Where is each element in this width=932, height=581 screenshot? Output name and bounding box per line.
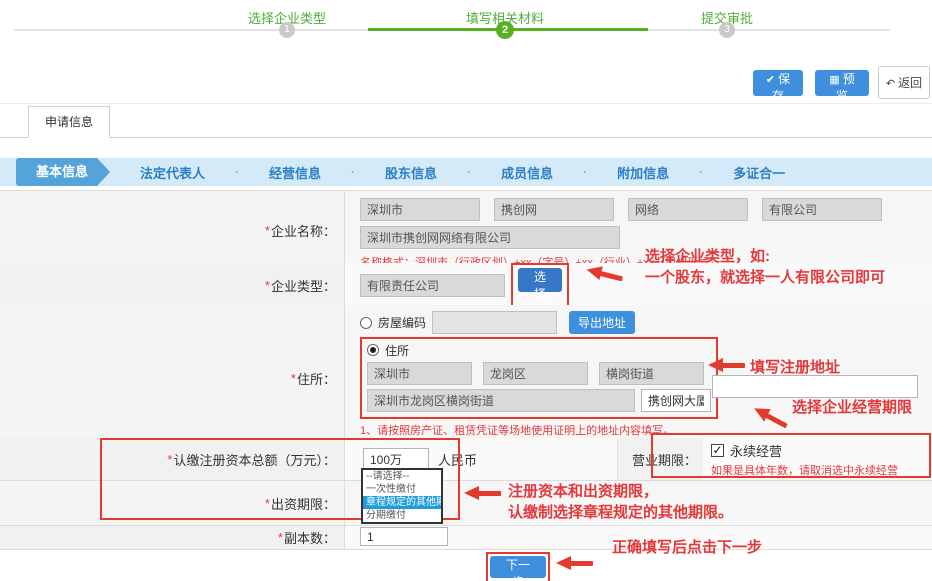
- dropdown-option-installments[interactable]: 分期缴付: [363, 509, 441, 522]
- step-circle-2-active: 2: [496, 21, 514, 39]
- nav-separator: ·: [583, 165, 587, 179]
- dropdown-option-placeholder[interactable]: --请选择--: [363, 470, 441, 483]
- annotation-company-type-2: 一个股东，就选择一人有限公司即可: [645, 266, 885, 287]
- registered-capital-label: * 认缴注册资本总额（万元）：: [0, 438, 345, 480]
- next-step-button[interactable]: 下一步: [490, 556, 546, 578]
- tab-application-info[interactable]: 申请信息: [28, 106, 110, 138]
- nav-separator: ·: [467, 165, 471, 179]
- nav-item-additional-info[interactable]: 附加信息: [617, 163, 669, 182]
- address-city-input[interactable]: [367, 362, 472, 385]
- house-code-input[interactable]: [432, 311, 557, 334]
- annotation-company-type-1: 选择企业类型，如:: [645, 245, 770, 266]
- business-term-label: 营业期限：: [618, 438, 703, 480]
- row-company-name: * 企业名称： 名称格式：深圳市（行政区划）+xx（字号）+xx（行业）+xx（…: [0, 191, 932, 263]
- address-district-input[interactable]: [483, 362, 588, 385]
- red-arrow-address: [708, 358, 745, 372]
- business-term-note: 如果是具体年数，请取消选中永续经营: [711, 462, 932, 478]
- highlight-box-next-button: 下一步: [486, 552, 550, 581]
- address-extra-input[interactable]: [712, 375, 918, 398]
- highlight-box-address: 住所: [360, 337, 718, 419]
- return-arrow-icon: ↶: [886, 78, 895, 90]
- annotation-capital-1: 注册资本和出资期限，: [508, 480, 658, 501]
- nav-item-shareholder-info[interactable]: 股东信息: [385, 163, 437, 182]
- annotation-business-term: 选择企业经营期限: [792, 396, 912, 417]
- check-icon: ✔: [766, 74, 775, 86]
- nav-item-business-info[interactable]: 经营信息: [269, 163, 321, 182]
- nav-item-basic-info[interactable]: 基本信息: [16, 158, 110, 186]
- annotation-capital-2: 认缴制选择章程规定的其他期限。: [508, 501, 733, 522]
- nav-item-member-info[interactable]: 成员信息: [501, 163, 553, 182]
- contribution-deadline-label: * 出资期限：: [0, 481, 345, 525]
- name-part-brand-input[interactable]: [494, 198, 614, 221]
- copies-label: * 副本数：: [0, 526, 345, 549]
- address-street-input[interactable]: [599, 362, 704, 385]
- perpetual-operation-label: 永续经营: [730, 441, 782, 460]
- row-capital-term: * 认缴注册资本总额（万元）： 人民币 营业期限： ✓ 永续经营 如果是具体年数: [0, 438, 932, 481]
- copies-input[interactable]: [360, 527, 448, 546]
- residence-radio-label: 住所: [385, 342, 409, 359]
- company-type-label: * 企业类型：: [0, 263, 345, 308]
- currency-label: 人民币: [438, 450, 477, 469]
- highlight-box-select-button: 选择: [511, 263, 569, 308]
- contribution-deadline-dropdown: --请选择-- 一次性缴付 章程规定的其他期限 分期缴付: [361, 468, 443, 524]
- nav-item-multi-license[interactable]: 多证合一: [733, 163, 785, 182]
- tab-strip: 申请信息: [0, 105, 932, 138]
- address-combined-input[interactable]: [367, 389, 635, 412]
- select-type-button[interactable]: 选择: [518, 268, 562, 292]
- required-mark: *: [265, 223, 270, 238]
- step-circle-1: 1: [279, 22, 295, 38]
- perpetual-operation-checkbox-checked[interactable]: ✓: [711, 444, 724, 457]
- annotation-next-step: 正确填写后点击下一步: [612, 536, 762, 557]
- name-part-city-input[interactable]: [360, 198, 480, 221]
- dropdown-option-per-charter-selected[interactable]: 章程规定的其他期限: [363, 496, 441, 509]
- address-note-1: 1、请按照房产证、租赁凭证等场地使用证明上的地址内容填写。: [360, 424, 932, 438]
- export-address-button[interactable]: 导出地址: [569, 311, 635, 334]
- address-label: * 住所：: [0, 305, 345, 452]
- house-code-radio-label: 房屋编码: [378, 314, 426, 331]
- company-name-fields: 名称格式：深圳市（行政区划）+xx（字号）+xx（行业）+xx（组织形式）: [345, 191, 932, 270]
- business-term-cell: ✓ 永续经营 如果是具体年数，请取消选中永续经营: [703, 438, 932, 480]
- step-circle-3: 3: [719, 22, 735, 38]
- nav-separator: ·: [235, 165, 239, 179]
- preview-button[interactable]: ▦预览: [815, 70, 869, 96]
- nav-separator: ·: [699, 165, 703, 179]
- house-code-radio[interactable]: [360, 317, 372, 329]
- back-button[interactable]: ↶返回: [878, 66, 930, 99]
- dropdown-option-lump-sum[interactable]: 一次性缴付: [363, 483, 441, 496]
- red-arrow-capital: [464, 486, 501, 500]
- row-copies: * 副本数：: [0, 526, 932, 550]
- company-name-label: * 企业名称：: [0, 191, 345, 270]
- full-company-name-input[interactable]: [360, 226, 620, 249]
- grid-icon: ▦: [829, 74, 839, 86]
- nav-separator: ·: [351, 165, 355, 179]
- name-part-orgform-input[interactable]: [762, 198, 882, 221]
- address-fields: 房屋编码 导出地址 住所: [345, 305, 932, 452]
- company-type-input[interactable]: [360, 274, 505, 297]
- nav-item-legal-representative[interactable]: 法定代表人: [140, 163, 205, 182]
- address-detail-input[interactable]: [641, 389, 711, 412]
- residence-radio-checked[interactable]: [367, 344, 379, 356]
- section-nav: 基本信息 法定代表人 · 经营信息 · 股东信息 · 成员信息 · 附加信息 ·…: [0, 158, 932, 186]
- save-button[interactable]: ✔保存: [753, 70, 803, 96]
- name-part-industry-input[interactable]: [628, 198, 748, 221]
- annotation-address: 填写注册地址: [750, 356, 840, 377]
- red-arrow-next: [556, 556, 593, 570]
- business-registration-page: 选择企业类型 填写相关材料 提交审批 1 2 3 ✔保存 ▦预览 ↶返回 申请信…: [0, 0, 932, 581]
